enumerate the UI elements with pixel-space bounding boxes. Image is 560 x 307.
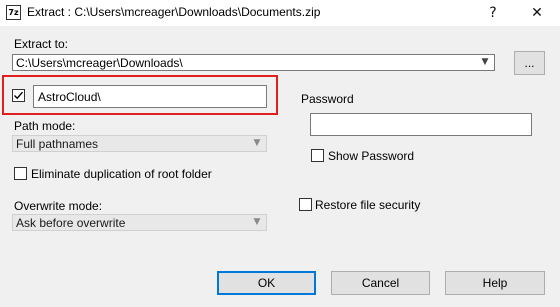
subfolder-checkbox[interactable] xyxy=(12,89,25,102)
path-mode-label: Path mode: xyxy=(14,119,76,133)
eliminate-duplication-label[interactable]: Eliminate duplication of root folder xyxy=(31,167,212,181)
restore-security-checkbox[interactable] xyxy=(299,198,312,211)
window-title: Extract : C:\Users\mcreager\Downloads\Do… xyxy=(27,5,321,19)
help-button-label: Help xyxy=(482,276,508,290)
browse-button[interactable]: ... xyxy=(514,51,545,75)
help-icon-button[interactable]: ? xyxy=(470,0,516,26)
overwrite-mode-value: Ask before overwrite xyxy=(16,216,126,230)
restore-security-label[interactable]: Restore file security xyxy=(315,198,420,212)
path-mode-select[interactable]: Full pathnames ▼ xyxy=(12,135,267,152)
path-mode-value: Full pathnames xyxy=(16,137,99,151)
overwrite-mode-label: Overwrite mode: xyxy=(14,199,103,213)
password-input[interactable] xyxy=(310,113,532,136)
eliminate-duplication-checkbox[interactable] xyxy=(14,167,27,180)
chevron-down-icon[interactable]: ▼ xyxy=(250,215,264,230)
extract-to-path: C:\Users\mcreager\Downloads\ xyxy=(16,56,183,70)
subfolder-name-value: AstroCloud\ xyxy=(38,90,101,104)
title-bar: 7z Extract : C:\Users\mcreager\Downloads… xyxy=(0,0,560,26)
subfolder-name-input[interactable]: AstroCloud\ xyxy=(33,85,267,108)
extract-to-label: Extract to: xyxy=(14,37,69,51)
chevron-down-icon[interactable]: ▼ xyxy=(478,55,492,70)
ok-button[interactable]: OK xyxy=(217,271,316,295)
checkmark-icon xyxy=(14,91,24,100)
chevron-down-icon[interactable]: ▼ xyxy=(250,136,264,151)
show-password-checkbox[interactable] xyxy=(311,149,324,162)
ok-button-label: OK xyxy=(257,276,276,290)
extract-to-combo[interactable]: C:\Users\mcreager\Downloads\ ▼ xyxy=(12,54,495,71)
password-label: Password xyxy=(301,92,354,106)
cancel-button[interactable]: Cancel xyxy=(331,271,430,295)
cancel-button-label: Cancel xyxy=(361,276,400,290)
7zip-app-icon: 7z xyxy=(6,5,21,20)
help-button[interactable]: Help xyxy=(445,271,545,295)
show-password-label[interactable]: Show Password xyxy=(328,149,414,163)
close-icon-button[interactable]: ✕ xyxy=(514,0,560,26)
browse-button-label: ... xyxy=(524,56,535,70)
overwrite-mode-select[interactable]: Ask before overwrite ▼ xyxy=(12,214,267,231)
